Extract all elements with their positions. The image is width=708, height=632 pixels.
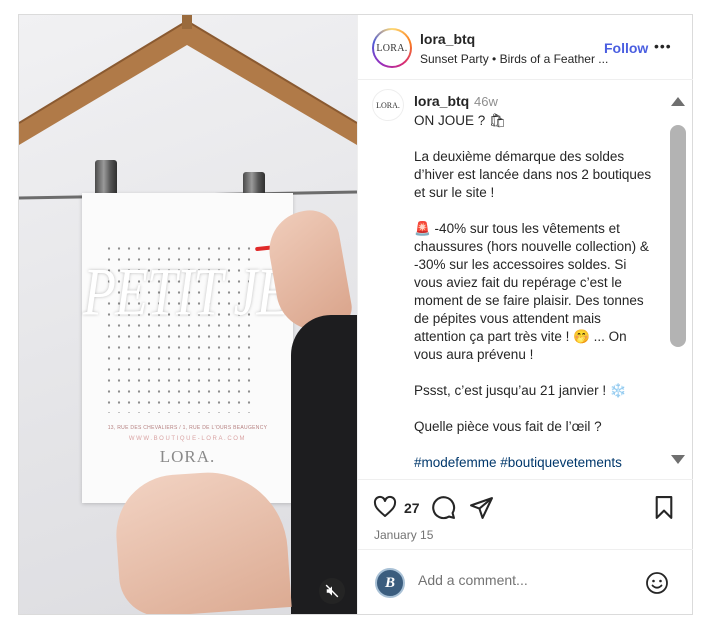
follow-button[interactable]: Follow [604,40,648,56]
avatar-logo-text: LORA. [376,42,408,54]
scroll-down-arrow[interactable] [671,455,685,464]
heart-icon[interactable] [372,495,398,519]
add-comment-bar: B [358,549,693,614]
more-options-button[interactable]: ••• [654,39,672,53]
caption-username[interactable]: lora_btq [414,93,469,109]
share-icon[interactable] [469,495,494,520]
current-user-avatar: B [375,568,405,598]
post-header: LORA. lora_btq Sunset Party • Birds of a… [358,15,693,80]
poster-address: 13, RUE DES CHEVALIERS / 1, RUE DE L'OUR… [107,425,268,431]
caption-hashtags[interactable]: #modefemme #boutiquevetements #beaugency… [414,455,639,474]
caption-timestamp[interactable]: 46w [474,94,498,109]
comment-input[interactable] [418,572,638,588]
caption-avatar-text: LORA. [376,100,400,110]
wooden-hanger [19,15,357,200]
scrollbar-thumb[interactable] [670,125,686,347]
post-modal: 13, RUE DES CHEVALIERS / 1, RUE DE L'OUR… [18,14,693,615]
speaker-muted-icon [325,584,339,598]
caption-scroll-area[interactable]: LORA. lora_btq 46w ON JOUE ? 🛍 La deuxiè… [358,81,693,474]
bookmark-icon[interactable] [653,495,675,520]
caption-body: ON JOUE ? 🛍 La deuxième démarque des sol… [414,113,652,434]
scroll-up-arrow[interactable] [671,97,685,106]
poster-url: WWW.BOUTIQUE-LORA.COM [128,436,247,442]
word-search-poster: 13, RUE DES CHEVALIERS / 1, RUE DE L'OUR… [82,193,293,503]
audio-track-link[interactable]: Sunset Party • Birds of a Feather ... [420,52,608,66]
like-count[interactable]: 27 [404,500,420,516]
post-date[interactable]: January 15 [374,528,433,542]
caption-avatar[interactable]: LORA. [372,89,404,121]
mute-button[interactable] [319,578,345,604]
post-actions: 27 January 15 [358,479,693,549]
caption-text: ON JOUE ? 🛍 La deuxième démarque des sol… [414,112,654,474]
current-user-initial: B [384,574,395,591]
header-username[interactable]: lora_btq [420,31,475,47]
black-sleeve [291,315,357,614]
post-side-panel: LORA. lora_btq Sunset Party • Birds of a… [357,15,693,614]
emoji-icon[interactable] [645,571,669,595]
comment-icon[interactable] [431,495,456,520]
profile-avatar[interactable]: LORA. [372,28,412,68]
post-media[interactable]: 13, RUE DES CHEVALIERS / 1, RUE DE L'OUR… [19,15,357,614]
poster-logo: LORA. [159,447,216,466]
